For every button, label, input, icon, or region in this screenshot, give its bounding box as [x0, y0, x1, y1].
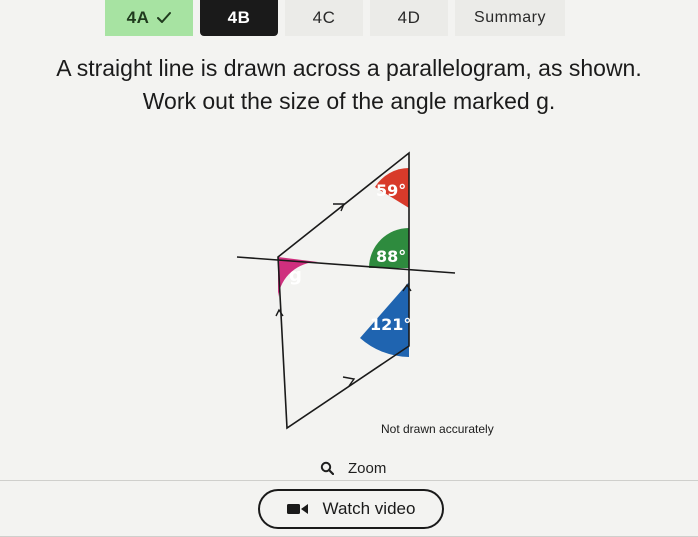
not-drawn-accurately-note: Not drawn accurately — [381, 422, 494, 436]
parallel-arrow-left — [275, 308, 284, 317]
video-camera-icon — [286, 504, 308, 514]
watch-video-button[interactable]: Watch video — [258, 489, 444, 529]
transversal-line — [236, 256, 456, 274]
zoom-label: Zoom — [348, 459, 387, 477]
angle-label-59: 59° — [376, 181, 406, 200]
zoom-button[interactable]: Zoom — [320, 456, 386, 480]
divider-top — [0, 480, 698, 481]
watch-video-label: Watch video — [322, 499, 416, 518]
angle-label-121: 121° — [370, 315, 411, 334]
magnifier-icon — [320, 461, 334, 475]
angle-label-g: g — [289, 265, 302, 286]
angle-label-88: 88° — [376, 247, 406, 266]
